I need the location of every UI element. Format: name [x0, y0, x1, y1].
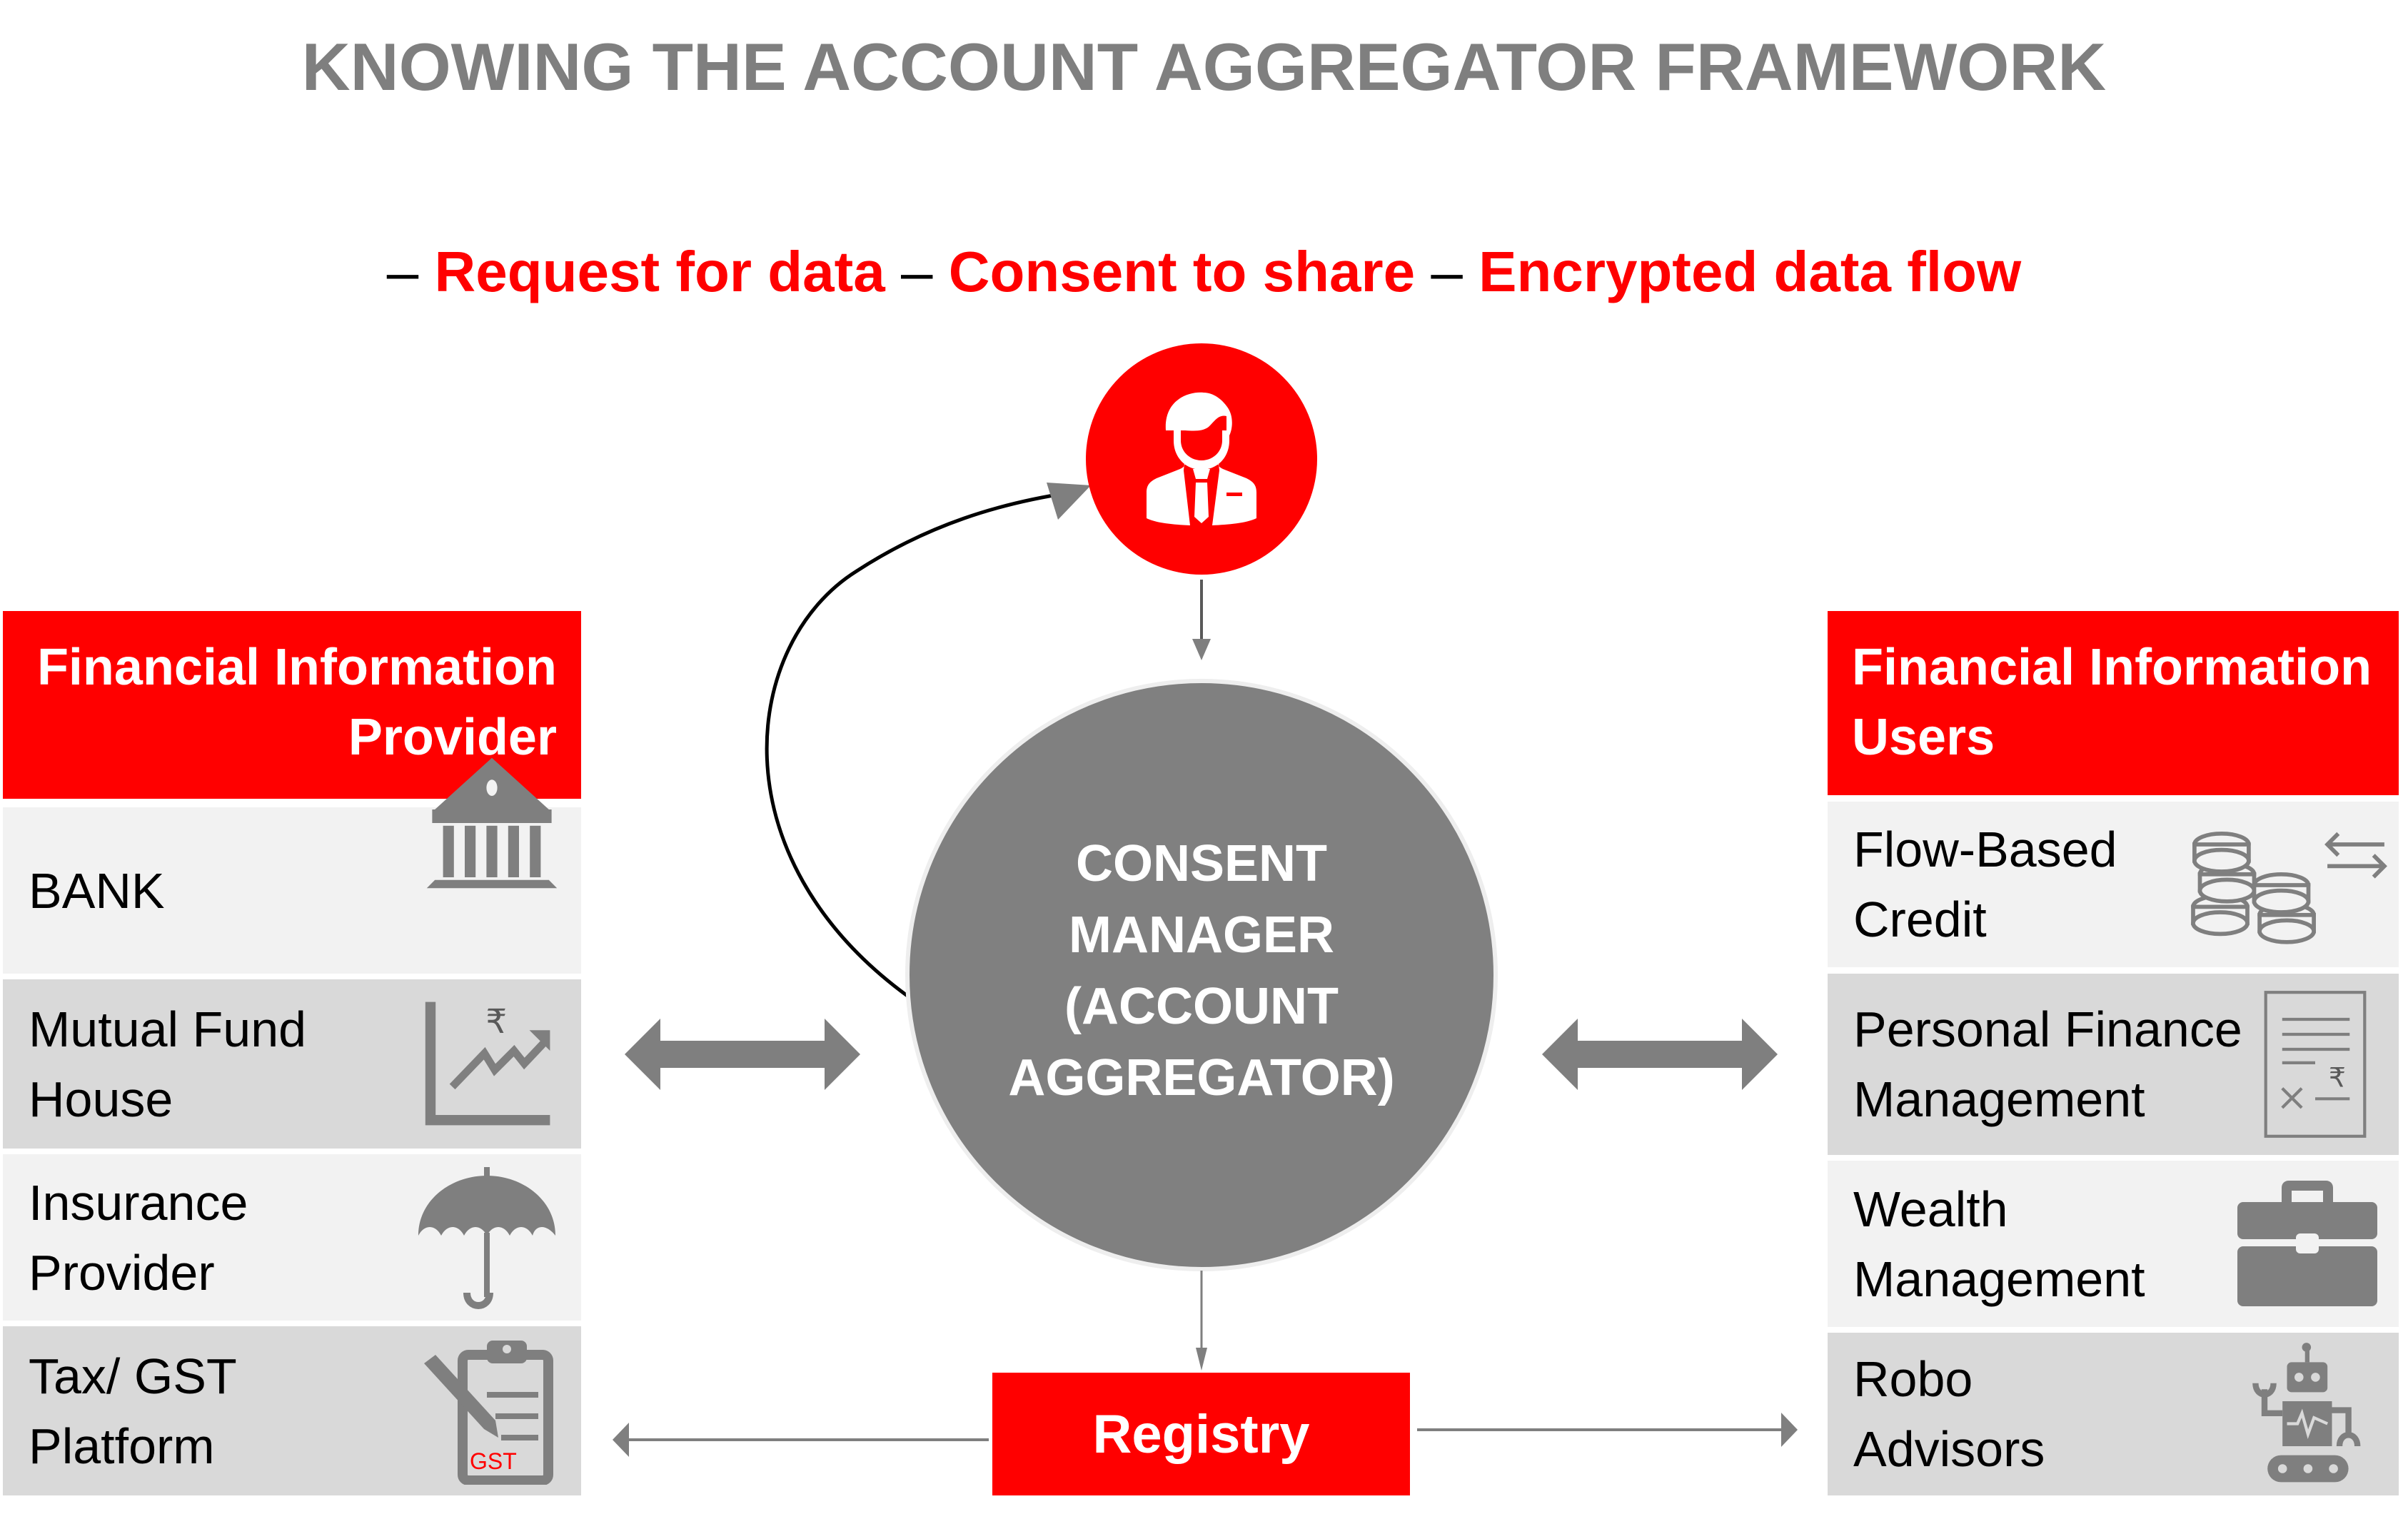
bank-icon	[426, 757, 558, 889]
label-line: House	[29, 1071, 173, 1127]
label-line: Management	[1853, 1251, 2145, 1307]
label-line: Wealth	[1853, 1181, 2008, 1237]
provider-item-tax-gst: Tax/ GST Platform GST	[3, 1326, 581, 1495]
user-label: Robo Advisors	[1853, 1344, 2045, 1484]
label-line: Management	[1853, 1071, 2145, 1127]
gst-badge: GST	[470, 1448, 517, 1474]
legend-dash-1: –	[386, 240, 419, 303]
user-item-wealth-management: Wealth Management	[1828, 1161, 2399, 1327]
cm-line-3: (ACCOUNT	[1064, 978, 1339, 1035]
label-line: Platform	[29, 1418, 215, 1474]
legend-request-for-data: Request for data	[434, 240, 885, 303]
label-line: Advisors	[1853, 1421, 2045, 1477]
rupee-invoice-icon: ₹	[2264, 991, 2367, 1138]
providers-header-line-1: Financial Information	[36, 639, 557, 696]
label-line: Tax/ GST	[29, 1348, 237, 1404]
provider-item-mutual-fund-house: Mutual Fund House ₹	[3, 979, 581, 1149]
consent-manager-label: CONSENT MANAGER (ACCOUNT AGGREGATOR)	[909, 828, 1494, 1114]
user-label: Personal Finance Management	[1853, 994, 2242, 1134]
user-circle	[1086, 343, 1317, 575]
svg-text:₹: ₹	[485, 1003, 507, 1041]
users-header: Financial Information Users	[1828, 611, 2399, 795]
legend-encrypted-data-flow: Encrypted data flow	[1478, 240, 2022, 303]
label-line: Flow-Based	[1853, 822, 2117, 877]
provider-item-bank: BANK	[3, 757, 581, 974]
provider-label: Tax/ GST Platform	[29, 1341, 237, 1481]
cm-to-registry-arrowhead	[1196, 1348, 1207, 1371]
user-item-robo-advisors: Robo Advisors	[1828, 1333, 2399, 1495]
legend-dash-2: –	[900, 240, 933, 303]
briefcase-icon	[2237, 1181, 2377, 1306]
users-header-line-1: Financial Information	[1852, 639, 2372, 696]
cm-user-double-arrow	[1542, 1019, 1778, 1090]
rupee-growth-chart-icon: ₹	[425, 1001, 550, 1126]
legend-consent-to-share: Consent to share	[948, 240, 1416, 303]
user-item-personal-finance-management: Personal Finance Management ₹	[1828, 974, 2399, 1155]
svg-text:₹: ₹	[2329, 1062, 2346, 1094]
registry-box: Registry	[992, 1373, 1410, 1495]
cm-line-2: MANAGER	[1069, 907, 1334, 964]
gst-clipboard-icon: GST	[424, 1341, 553, 1485]
provider-item-insurance: Insurance Provider	[3, 1154, 581, 1321]
user-label: Wealth Management	[1853, 1174, 2145, 1314]
registry-label: Registry	[1092, 1403, 1310, 1465]
label-line: Mutual Fund	[29, 1001, 307, 1057]
label-line: Insurance	[29, 1174, 248, 1231]
curve-arrowhead	[1047, 483, 1091, 520]
cm-line-4: AGGREGATOR)	[1008, 1049, 1395, 1106]
legend-dash-3: –	[1431, 240, 1463, 303]
provider-label: BANK	[29, 862, 165, 919]
label-line: Personal Finance	[1853, 1001, 2242, 1057]
page-title: KNOWING THE ACCOUNT AGGREGATOR FRAMEWORK	[301, 29, 2107, 104]
umbrella-icon	[418, 1167, 555, 1309]
provider-label: Insurance Provider	[29, 1168, 248, 1308]
user-item-flow-based-credit: Flow-Based Credit	[1828, 802, 2399, 967]
user-label: Flow-Based Credit	[1853, 814, 2117, 954]
flow-legend: – Request for data – Consent to share – …	[0, 239, 2408, 305]
registry-to-user-arrowhead	[1781, 1413, 1798, 1447]
label-line: Robo	[1853, 1351, 1973, 1407]
badge-mark	[1226, 493, 1242, 496]
label-line: Credit	[1853, 892, 1987, 947]
provider-cm-double-arrow	[625, 1019, 860, 1090]
provider-label: Mutual Fund House	[29, 994, 306, 1134]
robot-icon	[2252, 1343, 2361, 1483]
cm-line-1: CONSENT	[1075, 835, 1328, 892]
label-line: Provider	[29, 1244, 215, 1301]
users-header-line-2: Users	[1852, 709, 1995, 766]
user-to-cm-arrowhead	[1192, 639, 1211, 660]
coins-exchange-icon	[2191, 831, 2387, 944]
registry-to-provider-arrowhead	[613, 1423, 629, 1457]
